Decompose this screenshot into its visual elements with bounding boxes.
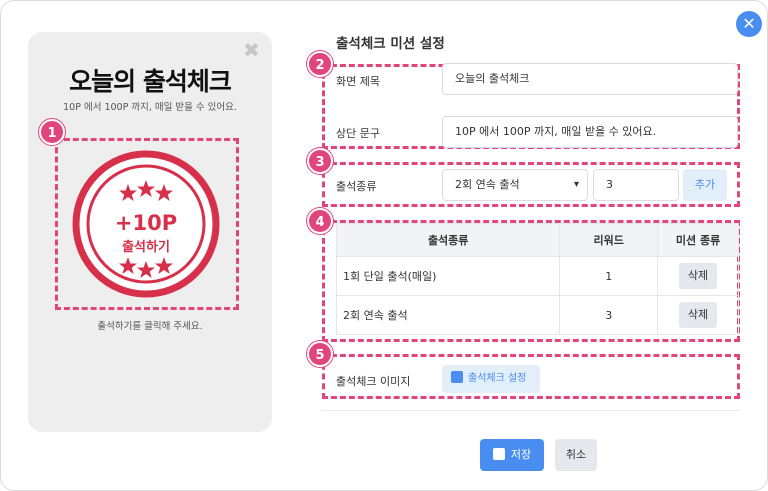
save-icon bbox=[492, 448, 505, 460]
preview-title: 오늘의 출석체크 bbox=[69, 67, 232, 96]
row-reward: 3 bbox=[559, 295, 659, 335]
badge-2: 2 bbox=[307, 51, 333, 77]
row-action: 삭제 bbox=[657, 295, 739, 335]
top-text-label: 상단 문구 bbox=[336, 127, 380, 140]
cancel-button[interactable]: 취소 bbox=[555, 439, 597, 471]
add-button[interactable]: 추가 bbox=[683, 169, 727, 201]
table-row: 2회 연속 출석 3 삭제 bbox=[335, 295, 739, 335]
chevron-down-icon: ▾ bbox=[573, 179, 579, 190]
top-text-input[interactable]: 10P 에서 100P 까지, 매일 받을 수 있어요. bbox=[442, 116, 738, 148]
badge-5: 5 bbox=[307, 341, 333, 367]
delete-button[interactable]: 삭제 bbox=[679, 302, 718, 328]
badge-4: 4 bbox=[307, 208, 333, 234]
delete-button[interactable]: 삭제 bbox=[679, 263, 718, 289]
preview-subtitle: 10P 에서 100P 까지, 매일 받을 수 있어요. bbox=[63, 102, 237, 113]
header-reward: 리워드 bbox=[559, 223, 659, 257]
screen-title-label: 화면 제목 bbox=[336, 75, 380, 88]
stamp-label: 출석하기 bbox=[122, 239, 170, 255]
image-label: 출석체크 이미지 bbox=[336, 375, 411, 388]
row-type: 2회 연속 출석 bbox=[335, 295, 561, 335]
image-setting-label: 출석체크 설정 bbox=[468, 373, 527, 384]
preview-close-icon: ✖ bbox=[243, 38, 260, 62]
image-setting-button[interactable]: 출석체크 설정 bbox=[442, 365, 540, 393]
preview-hint: 출석하기를 클릭해 주세요. bbox=[97, 321, 203, 332]
attendance-type-selected: 2회 연속 출석 bbox=[455, 178, 520, 191]
save-label: 저장 bbox=[510, 448, 532, 461]
mission-table: 출석종류 리워드 미션 종류 1회 단일 출석(매일) 1 삭제 2회 연속 출… bbox=[335, 223, 739, 335]
calendar-icon bbox=[451, 371, 463, 383]
row-action: 삭제 bbox=[657, 256, 739, 296]
attendance-type-label: 출석종류 bbox=[336, 180, 377, 193]
reward-input[interactable]: 3 bbox=[593, 169, 679, 201]
attendance-stamp-button[interactable]: +10P 출석하기 bbox=[72, 150, 220, 298]
table-row: 1회 단일 출석(매일) 1 삭제 bbox=[335, 256, 739, 296]
header-mission: 미션 종류 bbox=[657, 223, 739, 257]
footer-divider bbox=[322, 410, 740, 411]
badge-3: 3 bbox=[307, 148, 333, 174]
close-icon[interactable]: ✕ bbox=[736, 11, 762, 37]
badge-1: 1 bbox=[39, 119, 65, 145]
row-reward: 1 bbox=[559, 256, 659, 296]
save-button[interactable]: 저장 bbox=[480, 439, 544, 471]
attendance-type-select[interactable]: 2회 연속 출석 ▾ bbox=[442, 169, 588, 201]
stamp-points: +10P bbox=[115, 211, 177, 235]
screen-title-input[interactable]: 오늘의 출석체크 bbox=[442, 63, 738, 95]
settings-title: 출석체크 미션 설정 bbox=[336, 36, 445, 52]
header-type: 출석종류 bbox=[335, 223, 561, 257]
row-type: 1회 단일 출석(매일) bbox=[335, 256, 561, 296]
